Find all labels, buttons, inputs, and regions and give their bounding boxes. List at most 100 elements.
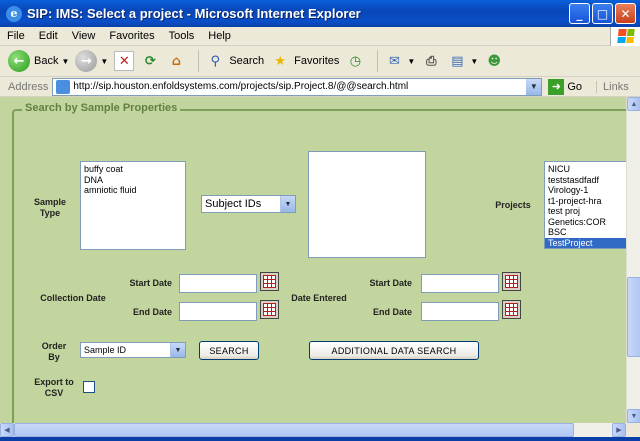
entered-start-date-input[interactable] — [421, 274, 499, 293]
menu-bar: File Edit View Favorites Tools Help — [0, 26, 640, 46]
back-label: Back — [34, 55, 59, 67]
entered-start-date-label: Start Date — [369, 278, 412, 288]
go-arrow-icon: ➜ — [548, 78, 565, 95]
history-icon[interactable]: ◷ — [345, 51, 365, 71]
select-value: Sample ID — [84, 345, 127, 355]
edit-button[interactable]: ▤ ▼ — [447, 51, 478, 71]
ie-logo-icon: e — [6, 5, 22, 22]
search-submit-button[interactable]: SEARCH — [199, 341, 259, 360]
maximize-button[interactable]: □ — [592, 3, 613, 24]
order-by-select[interactable]: Sample ID ▼ — [80, 342, 186, 358]
address-url[interactable]: http://sip.houston.enfoldsystems.com/pro… — [73, 81, 526, 92]
mail-icon: ✉ — [388, 53, 400, 69]
edit-page-icon: ▤ — [451, 53, 464, 69]
back-button[interactable]: ← Back ▼ — [8, 50, 69, 72]
dropdown-arrow-icon[interactable]: ▼ — [470, 57, 478, 66]
chevron-down-icon: ▼ — [280, 196, 295, 212]
close-button[interactable]: ✕ — [615, 3, 636, 24]
calendar-icon[interactable] — [260, 300, 279, 319]
entered-end-date-label: End Date — [372, 307, 412, 317]
window-title: SIP: IMS: Select a project - Microsoft I… — [27, 6, 361, 21]
list-item[interactable]: teststasdfadf — [548, 175, 624, 186]
print-icon[interactable]: ⎙ — [421, 51, 441, 71]
minimize-button[interactable]: _ — [569, 3, 590, 24]
menu-tools[interactable]: Tools — [162, 30, 202, 42]
scroll-down-icon[interactable]: ▼ — [627, 409, 640, 423]
list-item[interactable]: t1-project-hra — [548, 196, 624, 207]
address-dropdown-icon[interactable]: ▼ — [526, 78, 542, 95]
star-icon: ★ — [274, 53, 286, 69]
refresh-icon[interactable]: ⟳ — [140, 51, 160, 71]
fieldset-legend: Search by Sample Properties — [22, 102, 181, 114]
scroll-left-icon[interactable]: ◀ — [0, 423, 14, 437]
dropdown-arrow-icon[interactable]: ▼ — [407, 57, 415, 66]
title-bar: e SIP: IMS: Select a project - Microsoft… — [0, 0, 640, 27]
go-label: Go — [567, 80, 583, 93]
address-label: Address — [8, 80, 49, 93]
vertical-scrollbar[interactable]: ▲ ▼ — [626, 97, 640, 423]
list-item[interactable]: test proj — [548, 206, 624, 217]
mail-button[interactable]: ✉ ▼ — [384, 51, 415, 71]
messenger-icon[interactable]: ☻ — [484, 51, 504, 71]
window-bottom-edge — [0, 437, 640, 441]
horizontal-scroll-thumb[interactable] — [14, 423, 574, 437]
menu-edit[interactable]: Edit — [32, 30, 65, 42]
search-icon: ⚲ — [210, 53, 221, 69]
collection-start-date-input[interactable] — [179, 274, 257, 293]
go-button[interactable]: ➜ Go — [548, 78, 583, 95]
date-entered-label: Date Entered — [291, 293, 347, 303]
page-icon — [56, 79, 71, 94]
list-item[interactable]: DNA — [84, 175, 182, 186]
menu-file[interactable]: File — [0, 30, 32, 42]
scroll-up-icon[interactable]: ▲ — [627, 97, 640, 111]
calendar-icon[interactable] — [260, 272, 279, 291]
page-content: Search by Sample Properties Sample Type … — [0, 97, 626, 423]
forward-button[interactable]: → ▼ — [75, 50, 108, 72]
collection-end-date-label: End Date — [132, 307, 172, 317]
list-item[interactable]: NICU — [548, 164, 624, 175]
calendar-icon[interactable] — [502, 272, 521, 291]
horizontal-scrollbar[interactable]: ◀ ▶ — [0, 423, 626, 437]
order-by-label: Order By — [41, 341, 67, 362]
sample-type-listbox[interactable]: buffy coat DNA amniotic fluid — [80, 161, 186, 250]
windows-logo-icon — [610, 26, 640, 46]
back-arrow-icon: ← — [8, 50, 30, 72]
search-label: Search — [229, 55, 265, 67]
address-bar: Address http://sip.houston.enfoldsystems… — [0, 77, 640, 97]
subject-id-listbox[interactable] — [308, 151, 426, 258]
menu-help[interactable]: Help — [201, 30, 238, 42]
scrollbar-corner — [626, 423, 640, 437]
favorites-button[interactable]: ★ Favorites — [270, 51, 339, 71]
calendar-icon[interactable] — [502, 300, 521, 319]
list-item[interactable]: Genetics:COR — [548, 217, 624, 228]
menu-favorites[interactable]: Favorites — [102, 30, 161, 42]
collection-end-date-input[interactable] — [179, 302, 257, 321]
scroll-right-icon[interactable]: ▶ — [612, 423, 626, 437]
export-csv-checkbox[interactable] — [83, 381, 95, 393]
export-csv-label: Export to CSV — [34, 377, 74, 398]
vertical-scroll-thumb[interactable] — [627, 277, 640, 357]
projects-label: Projects — [495, 200, 531, 210]
additional-data-search-button[interactable]: ADDITIONAL DATA SEARCH — [309, 341, 479, 360]
dropdown-arrow-icon[interactable]: ▼ — [61, 57, 69, 66]
select-value: Subject IDs — [205, 198, 262, 210]
entered-end-date-input[interactable] — [421, 302, 499, 321]
collection-start-date-label: Start Date — [129, 278, 172, 288]
list-item[interactable]: buffy coat — [84, 164, 182, 175]
list-item[interactable]: amniotic fluid — [84, 185, 182, 196]
stop-icon[interactable]: ✕ — [114, 51, 135, 71]
links-label[interactable]: Links — [596, 80, 629, 93]
list-item[interactable]: BSC — [548, 227, 624, 238]
address-input[interactable]: http://sip.houston.enfoldsystems.com/pro… — [52, 77, 543, 96]
projects-listbox[interactable]: NICU teststasdfadf Virology-1 t1-project… — [544, 161, 626, 249]
sample-type-label: Sample Type — [33, 197, 66, 218]
search-button[interactable]: ⚲ Search — [205, 51, 265, 71]
subject-id-select[interactable]: Subject IDs ▼ — [201, 195, 296, 213]
menu-view[interactable]: View — [65, 30, 103, 42]
list-item[interactable]: Virology-1 — [548, 185, 624, 196]
home-icon[interactable]: ⌂ — [166, 51, 186, 71]
list-item-selected[interactable]: TestProject — [545, 237, 626, 248]
toolbar: ← Back ▼ → ▼ ✕ ⟳ ⌂ ⚲ Search ★ Favorites … — [0, 46, 640, 77]
dropdown-arrow-icon[interactable]: ▼ — [100, 57, 108, 66]
toolbar-separator — [377, 50, 379, 72]
